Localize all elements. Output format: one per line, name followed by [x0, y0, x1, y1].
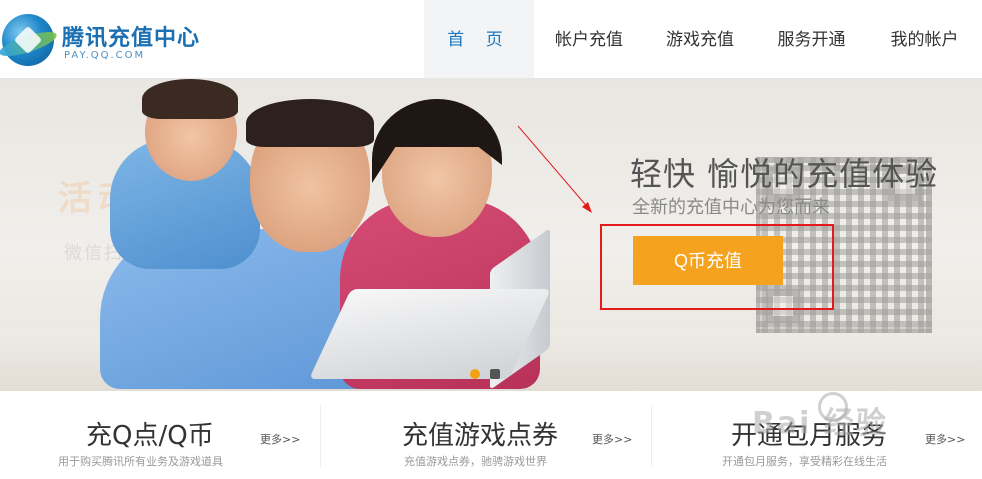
- annotation-highlight-box: [600, 224, 834, 310]
- carousel-dot[interactable]: [470, 369, 480, 379]
- banner-headline: 轻快 愉悦的充值体验: [630, 155, 939, 193]
- carousel-dot[interactable]: [490, 369, 500, 379]
- card-description: 用于购买腾讯所有业务及游戏道具: [58, 455, 223, 468]
- logo-subtitle: PAY.QQ.COM: [64, 50, 146, 61]
- nav-game-recharge[interactable]: 游戏充值: [644, 0, 756, 78]
- baidu-watermark: Bai 经验: [752, 406, 888, 441]
- card-title: 充Q点/Q币: [86, 421, 214, 451]
- nav-service-activation[interactable]: 服务开通: [756, 0, 867, 78]
- card-game-points[interactable]: 充值游戏点券 更多>> 充值游戏点券，驰骋游戏世界: [321, 391, 651, 479]
- site-logo[interactable]: 腾讯充值中心 PAY.QQ.COM: [2, 8, 222, 68]
- tencent-logo-icon: [2, 14, 54, 66]
- card-description: 充值游戏点券，驰骋游戏世界: [404, 455, 547, 468]
- card-title: 充值游戏点券: [402, 421, 559, 451]
- nav-my-account[interactable]: 我的帐户: [867, 0, 982, 78]
- card-more-link[interactable]: 更多>>: [260, 431, 300, 447]
- card-more-link[interactable]: 更多>>: [592, 431, 632, 447]
- carousel-indicators: [470, 369, 500, 379]
- photo-kid-hair: [142, 79, 238, 119]
- photo-laptop: [309, 289, 551, 379]
- nav-account-recharge[interactable]: 帐户充值: [534, 0, 644, 78]
- main-nav: 首 页 帐户充值 游戏充值 服务开通 我的帐户: [424, 0, 982, 78]
- card-qpoint-qcoin[interactable]: 充Q点/Q币 更多>> 用于购买腾讯所有业务及游戏道具: [0, 391, 320, 479]
- banner-subline: 全新的充值中心为您而来: [632, 197, 830, 218]
- photo-dad-hair: [246, 99, 374, 147]
- hero-banner[interactable]: 活动惊喜 微信扫扫加关注 ... 00 Q币 轻快 愉悦的充值体验 全新的充值中…: [0, 79, 982, 391]
- card-more-link[interactable]: 更多>>: [925, 431, 965, 447]
- nav-home[interactable]: 首 页: [424, 0, 534, 78]
- card-description: 开通包月服务，享受精彩在线生活: [722, 455, 887, 468]
- family-photo: [60, 79, 600, 391]
- site-header: 腾讯充值中心 PAY.QQ.COM 首 页 帐户充值 游戏充值 服务开通 我的帐…: [0, 0, 982, 79]
- logo-title: 腾讯充值中心: [62, 26, 201, 51]
